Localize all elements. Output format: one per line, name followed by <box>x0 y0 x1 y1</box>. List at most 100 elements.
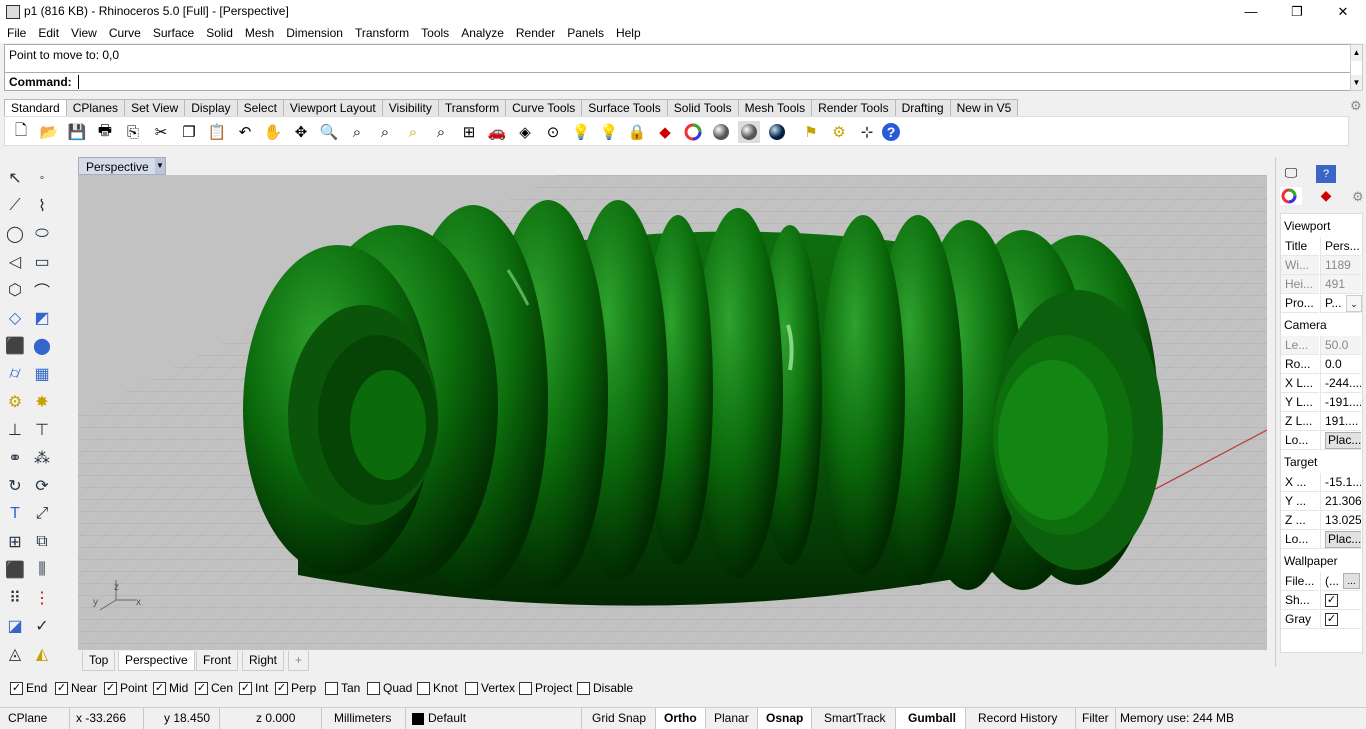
osnap-end[interactable]: ✓ End <box>10 681 47 696</box>
prop-value[interactable]: -191.... <box>1320 393 1361 412</box>
align-icon[interactable]: ⫼ <box>30 558 54 582</box>
transform-gear-icon[interactable]: ⚙ <box>3 390 27 414</box>
rectangle-icon[interactable]: ▭ <box>30 250 54 274</box>
scroll-track[interactable] <box>1351 61 1362 75</box>
check-icon[interactable]: ✓ <box>30 614 54 638</box>
menu-analyze[interactable]: Analyze <box>455 24 510 43</box>
tab-new-in-v5[interactable]: New in V5 <box>949 99 1019 116</box>
planar-toggle[interactable]: Planar <box>706 708 758 729</box>
viewport-title[interactable]: Perspective ▼ <box>78 157 166 175</box>
prop-value[interactable]: Pers... <box>1320 237 1361 256</box>
osnap-checkbox[interactable] <box>325 682 338 696</box>
monitor-icon[interactable]: 🖵 <box>1280 165 1302 183</box>
boolean-icon[interactable]: ⬤ <box>30 334 54 358</box>
surface-icon[interactable]: ◇ <box>3 306 27 330</box>
undo-icon[interactable]: ↶ <box>234 121 256 143</box>
gray-wallpaper-checkbox[interactable]: ✓ <box>1325 613 1338 627</box>
osnap-project[interactable]: Project <box>519 681 572 696</box>
cut-icon[interactable]: ✂ <box>150 121 172 143</box>
osnap-knot[interactable]: Knot <box>417 681 458 696</box>
text-icon[interactable]: T <box>3 502 27 526</box>
car-icon[interactable]: 🚗 <box>486 121 508 143</box>
layer-panel-icon[interactable]: ◆ <box>1316 187 1336 205</box>
prop-camera-z-row[interactable]: Z L... 191.... <box>1280 412 1363 431</box>
osnap-checkbox[interactable] <box>519 682 532 696</box>
four-viewports-icon[interactable]: ⊞ <box>458 121 480 143</box>
tab-select[interactable]: Select <box>236 99 284 116</box>
current-layer[interactable]: Default <box>424 708 582 729</box>
command-scrollbar[interactable]: ▲ ▼ <box>1350 44 1363 91</box>
cylinder-icon[interactable]: ⌭ <box>3 362 27 386</box>
menu-tools[interactable]: Tools <box>415 24 455 43</box>
osnap-near[interactable]: ✓ Near <box>55 681 97 696</box>
lock-icon[interactable]: 🔒 <box>626 121 648 143</box>
bulb-icon[interactable]: 💡 <box>598 121 620 143</box>
menu-edit[interactable]: Edit <box>32 24 65 43</box>
show-wallpaper-checkbox[interactable]: ✓ <box>1325 594 1338 608</box>
flag-icon[interactable]: ⚑ <box>800 121 822 143</box>
extrude-icon[interactable]: ◩ <box>30 306 54 330</box>
solid-box-icon[interactable]: ⬛ <box>3 558 27 582</box>
osnap-tan[interactable]: Tan <box>325 681 360 696</box>
tab-viewport-layout[interactable]: Viewport Layout <box>282 99 383 116</box>
layer-tool-icon[interactable]: ◬ <box>3 642 27 666</box>
osnap-checkbox[interactable]: ✓ <box>104 682 117 696</box>
close-button[interactable]: ✕ <box>1320 0 1366 24</box>
prop-camera-location-row[interactable]: Lo... Plac... <box>1280 431 1363 450</box>
gumball-toggle[interactable]: Gumball <box>896 708 966 729</box>
prop-value[interactable]: -244.... <box>1320 374 1361 393</box>
tab-cplanes[interactable]: CPlanes <box>65 99 126 116</box>
prop-rotation-row[interactable]: Ro... 0.0 <box>1280 355 1363 374</box>
osnap-vertex[interactable]: Vertex <box>465 681 515 696</box>
menu-mesh[interactable]: Mesh <box>239 24 280 43</box>
prop-target-x-row[interactable]: X ... -15.1... <box>1280 473 1363 492</box>
restore-button[interactable]: ❐ <box>1274 0 1320 24</box>
print-icon[interactable]: 🖶 <box>94 121 116 143</box>
menu-curve[interactable]: Curve <box>103 24 147 43</box>
shaded-sphere-icon[interactable] <box>710 121 732 143</box>
tab-perspective[interactable]: Perspective <box>118 651 195 671</box>
prop-value[interactable]: 0.0 <box>1320 355 1361 374</box>
menu-surface[interactable]: Surface <box>147 24 200 43</box>
osnap-mid[interactable]: ✓ Mid <box>153 681 188 696</box>
tab-display[interactable]: Display <box>184 99 238 116</box>
zoom-window-icon[interactable]: ⌕ <box>346 121 368 143</box>
osnap-int[interactable]: ✓ Int <box>239 681 268 696</box>
rendered-sphere-icon[interactable] <box>738 121 760 143</box>
array-icon[interactable]: ⊞ <box>3 530 27 554</box>
tab-visibility[interactable]: Visibility <box>381 99 439 116</box>
circle-icon[interactable]: ◯ <box>3 222 27 246</box>
menu-solid[interactable]: Solid <box>200 24 239 43</box>
fillet-icon[interactable]: ⌒ <box>30 278 54 302</box>
zoom-extents-icon[interactable]: ⌕ <box>374 121 396 143</box>
paint-icon[interactable]: ◭ <box>30 642 54 666</box>
menu-help[interactable]: Help <box>610 24 647 43</box>
explode-icon[interactable]: ✸ <box>30 390 54 414</box>
prop-target-location-row[interactable]: Lo... Plac... <box>1280 530 1363 549</box>
named-view-icon[interactable]: ◈ <box>514 121 536 143</box>
grid-snap-toggle[interactable]: Grid Snap <box>582 708 656 729</box>
prop-title-row[interactable]: Title Pers... <box>1280 237 1363 256</box>
save-icon[interactable]: 💾 <box>66 121 88 143</box>
place-target-button[interactable]: Plac... <box>1325 531 1361 548</box>
tab-standard[interactable]: Standard <box>4 99 67 116</box>
osnap-toggle[interactable]: Osnap <box>758 708 812 729</box>
prop-camera-y-row[interactable]: Y L... -191.... <box>1280 393 1363 412</box>
project-icon[interactable]: ◪ <box>3 614 27 638</box>
settings-gear-icon[interactable]: ⚙ <box>1352 189 1364 205</box>
osnap-point[interactable]: ✓ Point <box>104 681 147 696</box>
osnap-cen[interactable]: ✓ Cen <box>195 681 233 696</box>
point-icon[interactable]: ∘ <box>30 166 54 190</box>
perspective-viewport[interactable]: z y x <box>78 175 1267 650</box>
scale-icon[interactable]: ⤢ <box>30 502 54 526</box>
help-panel-icon[interactable]: ? <box>1316 165 1336 183</box>
prop-value[interactable]: 191.... <box>1320 412 1361 431</box>
trim-icon[interactable]: ⊥ <box>3 418 27 442</box>
split-icon[interactable]: ⊤ <box>30 418 54 442</box>
osnap-disable[interactable]: Disable <box>577 681 633 696</box>
polyline-icon[interactable]: ⟋ <box>3 194 27 218</box>
prop-target-y-row[interactable]: Y ... 21.306 <box>1280 492 1363 511</box>
group-icon[interactable]: ⚭ <box>3 446 27 470</box>
tab-set-view[interactable]: Set View <box>124 99 186 116</box>
prop-camera-x-row[interactable]: X L... -244.... <box>1280 374 1363 393</box>
